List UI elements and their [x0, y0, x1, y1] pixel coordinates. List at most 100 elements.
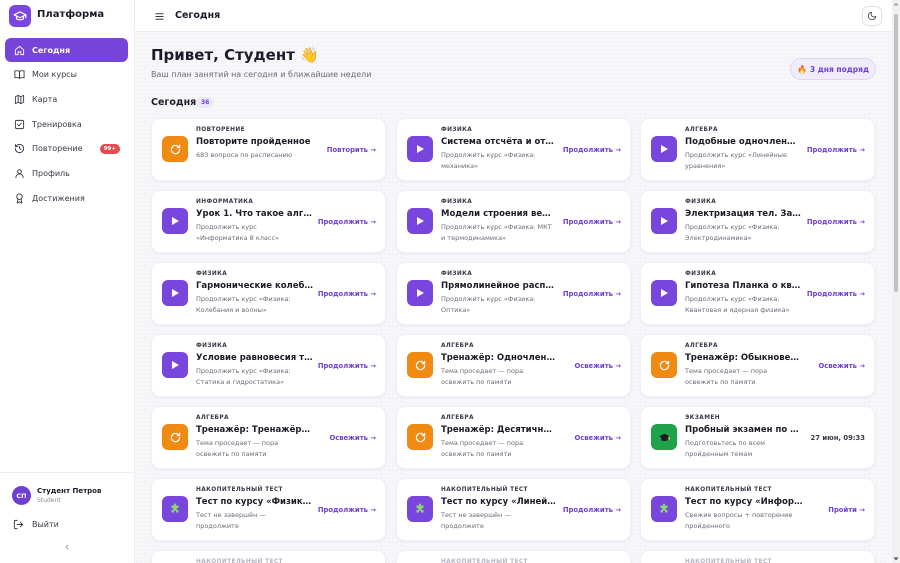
task-card[interactable]: Физика Прямолинейное распространение свет… [396, 262, 631, 325]
card-action-link[interactable]: Продолжить → [807, 290, 865, 298]
card-title: Тест по курсу «Физика: механика» [196, 497, 314, 507]
card-action-link[interactable]: Продолжить → [563, 290, 621, 298]
moon-icon [867, 11, 877, 21]
card-title: Тренажёр: Десятичные дроби [441, 425, 559, 435]
card-title: Модели строения вещества [441, 209, 559, 219]
card-subtitle: Тема проседает — пора освежить по памяти [196, 439, 279, 458]
sidebar-item-user[interactable]: Профиль [5, 161, 128, 185]
card-title: Пробный экзамен по математике [685, 425, 803, 435]
task-card[interactable]: Физика Гипотеза Планка о квантах Продолжит… [640, 262, 875, 325]
scroll-down-arrow-icon[interactable] [893, 556, 899, 562]
sidebar-item-checkbox[interactable]: Тренировка [5, 112, 128, 136]
menu-button[interactable] [152, 9, 166, 23]
scroll-up-arrow-icon[interactable] [893, 1, 899, 7]
task-card[interactable]: Экзамен Пробный экзамен по математике Подг… [640, 406, 875, 469]
task-card[interactable]: Алгебра Тренажёр: Обыкновенные дроби Тема … [640, 334, 875, 397]
section-title: Сегодня [151, 97, 197, 108]
brand-name: Платформа [37, 9, 105, 20]
card-subtitle: Продолжить курс «Физика: Оптика» [441, 295, 536, 314]
sidebar-item-history[interactable]: Повторение 99+ [5, 137, 128, 161]
card-action-link[interactable]: Освежить → [818, 362, 865, 370]
card-category: Информатика [196, 199, 254, 205]
card-action-link[interactable]: Освежить → [574, 434, 621, 442]
card-action-link[interactable]: Продолжить → [563, 218, 621, 226]
task-card[interactable]: Физика Гармонические колебания Продолжить … [151, 262, 386, 325]
task-card[interactable]: Накопительный тест Тест по курсу «Линейны… [396, 478, 631, 541]
card-title: Прямолинейное распространение света [441, 281, 559, 291]
task-card[interactable]: Физика Электризация тел. Заряд Продолжить … [640, 190, 875, 253]
card-subtitle: Тема проседает — пора освежить по памяти [441, 439, 524, 458]
card-action-link[interactable]: Пройти → [828, 506, 865, 514]
card-action-link[interactable]: Продолжить → [318, 506, 376, 514]
card-category: Накопительный тест [441, 559, 528, 563]
checkbox-icon [13, 118, 25, 130]
book-icon [13, 69, 25, 81]
streak-badge[interactable]: 🔥 3 дня подряд [790, 58, 876, 80]
card-title: Повторите пройденное [196, 137, 311, 147]
logout-button[interactable]: Выйти [13, 519, 59, 530]
card-action-link[interactable]: Продолжить → [563, 146, 621, 154]
card-category: Физика [685, 271, 717, 277]
card-category: Физика [196, 271, 228, 277]
sidebar-item-map[interactable]: Карта [5, 87, 128, 111]
task-card[interactable]: Информатика Урок 1. Что такое алгоритм Про… [151, 190, 386, 253]
card-title: Гармонические колебания [196, 281, 314, 291]
card-action-link[interactable]: Продолжить → [318, 362, 376, 370]
puzzle-icon [407, 496, 433, 522]
task-card[interactable]: Физика Условие равновесия тела Продолжить … [151, 334, 386, 397]
sidebar-item-book[interactable]: Мои курсы [5, 63, 128, 87]
card-category: Алгебра [441, 415, 474, 421]
sidebar-item-label: Карта [32, 94, 58, 104]
task-card[interactable]: Алгебра Подобные одночлены: одночлены Прод… [640, 118, 875, 181]
task-card[interactable]: Алгебра Тренажёр: Одночлены и многочлены Т… [396, 334, 631, 397]
card-subtitle: 683 вопроса по расписанию [196, 151, 293, 159]
card-subtitle: Продолжить курс «Физика: Колебания и вол… [196, 295, 291, 314]
sidebar-item-label: Мои курсы [32, 70, 77, 80]
card-action-link[interactable]: Повторить → [327, 146, 376, 154]
sidebar-item-label: Повторение [32, 144, 83, 154]
task-card[interactable]: Накопительный тест Тест по курсу «Информа… [640, 478, 875, 541]
user-icon [13, 167, 25, 179]
card-subtitle: Тест не завершён — продолжите [441, 511, 511, 530]
collapse-sidebar-button[interactable] [62, 542, 72, 552]
task-card[interactable]: Повторение Повторите пройденное 683 вопрос… [151, 118, 386, 181]
sidebar: Платформа Сегодня Мои курсы Карта Тренировк… [0, 0, 135, 563]
card-subtitle: Тест не завершён — продолжите [196, 511, 266, 530]
brand[interactable]: Платформа [8, 0, 126, 32]
logout-icon [13, 519, 24, 530]
card-title: Тест по курсу «Линейные уравнения» [441, 497, 559, 507]
card-action-link[interactable]: Продолжить → [807, 218, 865, 226]
sidebar-item-label: Профиль [32, 168, 70, 178]
theme-toggle-button[interactable] [862, 6, 882, 26]
scrollbar[interactable] [892, 0, 900, 563]
card-subtitle: Продолжить курс «Физика: Электродинамика… [685, 223, 780, 242]
card-title: Тренажёр: Обыкновенные дроби [685, 353, 803, 363]
task-card[interactable]: Алгебра Тренажёр: Десятичные дроби Тема пр… [396, 406, 631, 469]
card-category: Накопительный тест [196, 487, 283, 493]
card-category: Физика [196, 343, 228, 349]
user-profile[interactable]: СП Студент Петров Student [12, 486, 101, 505]
card-action-link[interactable]: Продолжить → [807, 146, 865, 154]
card-action-link[interactable]: Продолжить → [563, 506, 621, 514]
card-action-link[interactable]: Продолжить → [318, 290, 376, 298]
task-card[interactable]: Физика Система отсчёта и относительность … [396, 118, 631, 181]
task-card[interactable]: Алгебра Тренажёр: Тренажёрный банк Тема пр… [151, 406, 386, 469]
card-subtitle: Продолжить курс «Физика: Статика и гидро… [196, 367, 291, 386]
chevron-left-icon [65, 544, 69, 550]
sidebar-item-home[interactable]: Сегодня [5, 38, 128, 62]
card-action-link[interactable]: Продолжить → [318, 218, 376, 226]
task-card-partial[interactable]: Накопительный тест [151, 550, 386, 563]
sidebar-item-label: Сегодня [32, 45, 71, 55]
task-card-partial[interactable]: Накопительный тест [396, 550, 631, 563]
sidebar-item-award[interactable]: Достижения [5, 186, 128, 210]
scrollbar-thumb[interactable] [894, 14, 898, 292]
sidebar-item-label: Достижения [32, 193, 85, 203]
play-icon [162, 280, 188, 306]
card-category: Физика [441, 271, 473, 277]
task-card[interactable]: Накопительный тест Тест по курсу «Физика:… [151, 478, 386, 541]
card-action-link[interactable]: Освежить → [574, 362, 621, 370]
task-card[interactable]: Физика Модели строения вещества Продолжить… [396, 190, 631, 253]
user-name: Студент Петров [37, 487, 102, 495]
card-action-link[interactable]: Освежить → [329, 434, 376, 442]
task-card-partial[interactable]: Накопительный тест [640, 550, 875, 563]
